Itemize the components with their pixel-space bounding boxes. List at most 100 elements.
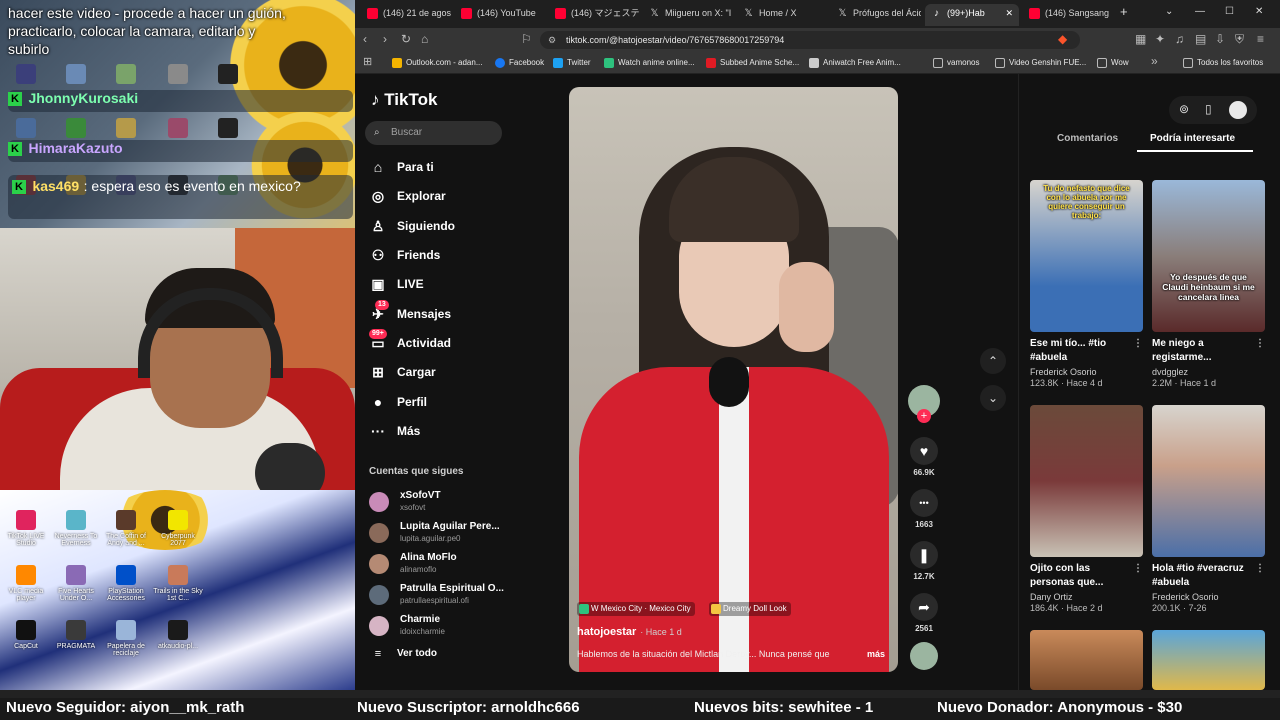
comment-button[interactable]: ••• 1663: [908, 489, 940, 529]
maximize-icon[interactable]: ☐: [1225, 6, 1234, 17]
desktop-icon[interactable]: [16, 510, 36, 530]
wallet-icon[interactable]: ▤: [1195, 32, 1206, 46]
nav-item-cargar[interactable]: ⊞ Cargar: [369, 360, 436, 384]
bookmark-folder[interactable]: Wow: [1097, 56, 1129, 70]
home-icon[interactable]: ⌂: [421, 32, 428, 46]
url-bar[interactable]: ⚙ tiktok.com/@hatojoestar/video/76765786…: [540, 31, 1080, 49]
desktop-icon[interactable]: [66, 565, 86, 585]
desktop-icon[interactable]: [66, 118, 86, 138]
nav-item-live[interactable]: ▣ LIVE: [369, 272, 423, 296]
more-options-icon[interactable]: ⋮: [1133, 337, 1143, 351]
bookmark-item[interactable]: Outlook.com - adan...: [392, 56, 482, 70]
menu-icon[interactable]: ≡: [1257, 32, 1264, 46]
desktop-icon[interactable]: [16, 118, 36, 138]
recommended-video[interactable]: Yo después de que Claudi heinbaum si me …: [1152, 180, 1265, 388]
nav-item-siguiendo[interactable]: ♙ Siguiendo: [369, 214, 455, 238]
nav-item-para-ti[interactable]: ⌂ Para ti: [369, 155, 434, 179]
more-bookmarks-icon[interactable]: »: [1151, 54, 1158, 68]
location-tag[interactable]: W Mexico City · Mexico City: [577, 602, 695, 616]
coin-icon[interactable]: ⊚: [1179, 102, 1189, 116]
browser-tab[interactable]: 𝕏 Home / X: [737, 4, 827, 26]
tab-podria-interesarte[interactable]: Podría interesarte: [1150, 133, 1235, 144]
brave-shield-icon[interactable]: ◆: [1058, 32, 1067, 46]
browser-tab[interactable]: (146) マジェスティ: [549, 4, 639, 26]
browser-tab[interactable]: (146) 21 de agost: [361, 4, 451, 26]
nav-item-mas[interactable]: ··· Más: [369, 419, 420, 443]
next-video-button[interactable]: ⌄: [980, 385, 1006, 411]
video-author[interactable]: dvdgglez: [1152, 367, 1265, 377]
desktop-icon[interactable]: [218, 118, 238, 138]
nav-item-friends[interactable]: ⚇ Friends: [369, 243, 441, 267]
playstation-icon[interactable]: [116, 565, 136, 585]
browser-tab[interactable]: (146) Sangsang: [1023, 4, 1113, 26]
more-link[interactable]: más: [867, 649, 885, 659]
recommended-video[interactable]: [1152, 630, 1265, 690]
previous-video-button[interactable]: ⌃: [980, 348, 1006, 374]
capcut-icon[interactable]: [16, 620, 36, 640]
desktop-icon[interactable]: [116, 64, 136, 84]
music-icon[interactable]: ♫: [1175, 32, 1184, 46]
desktop-icon[interactable]: [66, 510, 86, 530]
bookmark-item[interactable]: Twitter: [553, 56, 591, 70]
video-author[interactable]: Dany Ortiz: [1030, 592, 1143, 602]
bookmark-item[interactable]: Facebook: [495, 56, 544, 70]
desktop-icon[interactable]: [168, 510, 188, 530]
bookmark-folder[interactable]: Video Genshin FUE...: [995, 56, 1086, 70]
browser-tab-active[interactable]: ♪ (99+)Hab ✕: [925, 4, 1019, 26]
recommended-video[interactable]: Hola #tio #veracruz #abuela ⋮ Frederick O…: [1152, 405, 1265, 613]
more-options-icon[interactable]: ⋮: [1133, 562, 1143, 576]
recommended-video[interactable]: [1030, 630, 1143, 690]
desktop-icon[interactable]: [66, 620, 86, 640]
recycle-bin-icon[interactable]: [116, 620, 136, 640]
search-input[interactable]: ⌕ Buscar: [365, 121, 502, 145]
extension-icon[interactable]: ✦: [1155, 32, 1165, 46]
site-info-icon[interactable]: ⚙: [548, 31, 556, 49]
desktop-icon[interactable]: [218, 64, 238, 84]
desktop-icon[interactable]: [116, 510, 136, 530]
browser-tab[interactable]: 𝕏 Prófugos del Ácid: [831, 4, 921, 26]
back-icon[interactable]: ‹: [363, 32, 367, 46]
bookmark-item[interactable]: Watch anime online...: [604, 56, 695, 70]
minimize-icon[interactable]: —: [1195, 6, 1205, 17]
nav-item-perfil[interactable]: ● Perfil: [369, 390, 427, 414]
nav-item-explorar[interactable]: ◎ Explorar: [369, 184, 446, 208]
vlc-icon[interactable]: [16, 565, 36, 585]
close-window-icon[interactable]: ✕: [1255, 6, 1263, 17]
video-author[interactable]: hatojoestar · Hace 1 d: [577, 626, 682, 638]
extension-icon[interactable]: ▦: [1135, 32, 1146, 46]
desktop-icon[interactable]: [168, 118, 188, 138]
apps-icon[interactable]: ⊞: [363, 55, 372, 68]
desktop-icon[interactable]: [168, 64, 188, 84]
tab-comentarios[interactable]: Comentarios: [1057, 133, 1118, 144]
reload-icon[interactable]: ↻: [401, 32, 411, 46]
video-player[interactable]: W Mexico City · Mexico City Dreamy Doll …: [569, 87, 898, 672]
desktop-icon[interactable]: [168, 620, 188, 640]
bookmark-folder[interactable]: Todos los favoritos: [1183, 56, 1263, 70]
video-author[interactable]: Frederick Osorio: [1030, 367, 1143, 377]
download-icon[interactable]: ⇩: [1215, 32, 1225, 46]
save-button[interactable]: ❚ 12.7K: [908, 541, 940, 581]
browser-tab[interactable]: 𝕏 Miigueru on X: "I: [643, 4, 733, 26]
nav-item-actividad[interactable]: ▭ 99+ Actividad: [369, 329, 451, 355]
close-tab-icon[interactable]: ✕: [1005, 4, 1013, 22]
effect-tag[interactable]: Dreamy Doll Look: [709, 602, 791, 616]
like-button[interactable]: ♥ 66.9K: [908, 437, 940, 477]
more-options-icon[interactable]: ⋮: [1255, 337, 1265, 351]
desktop-icon[interactable]: [66, 64, 86, 84]
video-author[interactable]: Frederick Osorio: [1152, 592, 1265, 602]
recommended-video[interactable]: Tu do nefasto que dice con lo abuela por…: [1030, 180, 1143, 388]
recommended-video[interactable]: Ojito con las personas que... ⋮ Dany Orti…: [1030, 405, 1143, 613]
forward-icon[interactable]: ›: [383, 32, 387, 46]
follow-plus-icon[interactable]: +: [917, 409, 931, 423]
bookmark-page-icon[interactable]: ⚐: [521, 32, 532, 46]
desktop-icon[interactable]: [168, 565, 188, 585]
bookmark-item[interactable]: Subbed Anime Sche...: [706, 56, 799, 70]
device-icon[interactable]: ▯: [1205, 102, 1212, 116]
nav-item-mensajes[interactable]: ✈ 13 Mensajes: [369, 300, 451, 326]
see-all-link[interactable]: ≡ Ver todo: [369, 642, 437, 666]
browser-tab[interactable]: (146) YouTube: [455, 4, 545, 26]
shield-icon[interactable]: ⛨: [1235, 32, 1244, 47]
music-disc-button[interactable]: [908, 642, 940, 670]
bookmark-item[interactable]: Aniwatch Free Anim...: [809, 56, 901, 70]
avatar[interactable]: [1229, 101, 1247, 119]
